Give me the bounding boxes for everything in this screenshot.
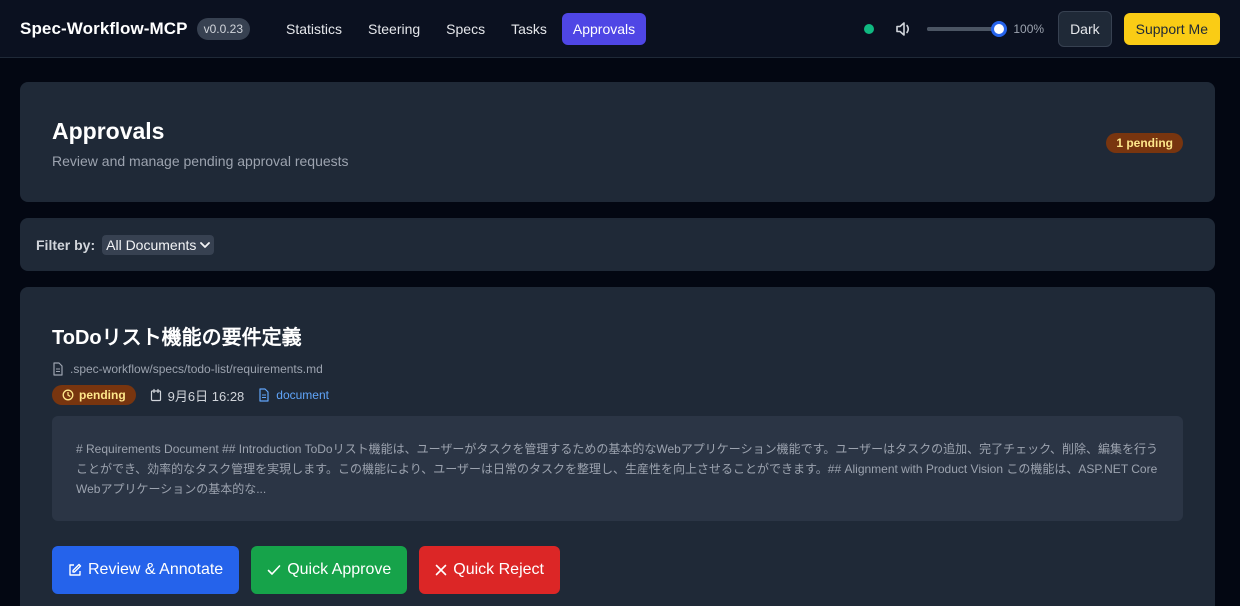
quick-reject-button[interactable]: Quick Reject xyxy=(419,546,560,594)
calendar-icon xyxy=(150,388,161,402)
nav-approvals[interactable]: Approvals xyxy=(561,12,647,45)
created-date: 9月6日 16:28 xyxy=(150,386,245,405)
volume-percent: 100% xyxy=(1013,21,1045,36)
volume-icon[interactable] xyxy=(895,20,915,38)
main-nav: Statistics Steering Specs Tasks Approval… xyxy=(275,12,650,45)
approval-actions: Review & Annotate Quick Approve Quick Re… xyxy=(52,546,1183,594)
volume-slider-fill xyxy=(927,26,1000,31)
filter-select[interactable]: All Documents xyxy=(102,234,215,255)
edit-icon xyxy=(69,563,82,576)
volume-slider-thumb[interactable] xyxy=(991,20,1008,37)
version-badge: v0.0.23 xyxy=(196,17,250,40)
date-text: 9月6日 16:28 xyxy=(167,388,245,404)
support-button[interactable]: Support Me xyxy=(1123,12,1220,45)
status-text: pending xyxy=(79,388,126,402)
close-icon xyxy=(435,564,447,576)
file-path: .spec-workflow/specs/todo-list/requireme… xyxy=(52,362,1183,376)
pending-count-badge: 1 pending xyxy=(1106,133,1183,153)
file-path-text: .spec-workflow/specs/todo-list/requireme… xyxy=(70,362,323,376)
filter-selected-value: All Documents xyxy=(106,236,197,253)
nav-statistics[interactable]: Statistics xyxy=(275,13,353,45)
review-annotate-button[interactable]: Review & Annotate xyxy=(52,546,240,594)
top-navbar: Spec-Workflow-MCP v0.0.23 Statistics Ste… xyxy=(0,0,1240,58)
file-icon xyxy=(53,362,63,376)
review-annotate-label: Review & Annotate xyxy=(88,561,224,578)
volume-slider[interactable] xyxy=(927,20,1008,38)
page-title: Approvals xyxy=(52,118,165,144)
chevron-down-icon xyxy=(200,241,211,248)
clock-icon xyxy=(62,389,74,401)
nav-specs[interactable]: Specs xyxy=(435,13,496,45)
document-type-link[interactable]: document xyxy=(258,388,329,402)
approval-meta: pending 9月6日 16:28 document xyxy=(52,385,1183,405)
app-title: Spec-Workflow-MCP xyxy=(20,18,188,38)
document-icon xyxy=(259,388,269,402)
main-content: Approvals Review and manage pending appr… xyxy=(0,58,1240,606)
approval-card: ToDoリスト機能の要件定義 .spec-workflow/specs/todo… xyxy=(20,287,1215,606)
nav-tasks[interactable]: Tasks xyxy=(500,13,558,45)
theme-toggle-button[interactable]: Dark xyxy=(1058,10,1112,47)
connection-status-dot xyxy=(864,23,875,34)
page-subtitle: Review and manage pending approval reque… xyxy=(52,153,349,169)
filter-label: Filter by: xyxy=(36,236,96,253)
document-type-text: document xyxy=(276,388,329,402)
approvals-header-card: Approvals Review and manage pending appr… xyxy=(20,82,1215,202)
nav-steering[interactable]: Steering xyxy=(357,13,431,45)
quick-approve-label: Quick Approve xyxy=(287,561,392,578)
content-preview: # Requirements Document ## Introduction … xyxy=(52,416,1183,521)
filter-bar: Filter by: All Documents xyxy=(20,218,1215,271)
header-controls: 100% Dark Support Me xyxy=(864,10,1220,47)
approval-title: ToDoリスト機能の要件定義 xyxy=(52,327,302,349)
status-badge: pending xyxy=(52,385,136,405)
quick-approve-button[interactable]: Quick Approve xyxy=(251,546,408,594)
quick-reject-label: Quick Reject xyxy=(453,561,544,578)
check-icon xyxy=(267,565,281,575)
